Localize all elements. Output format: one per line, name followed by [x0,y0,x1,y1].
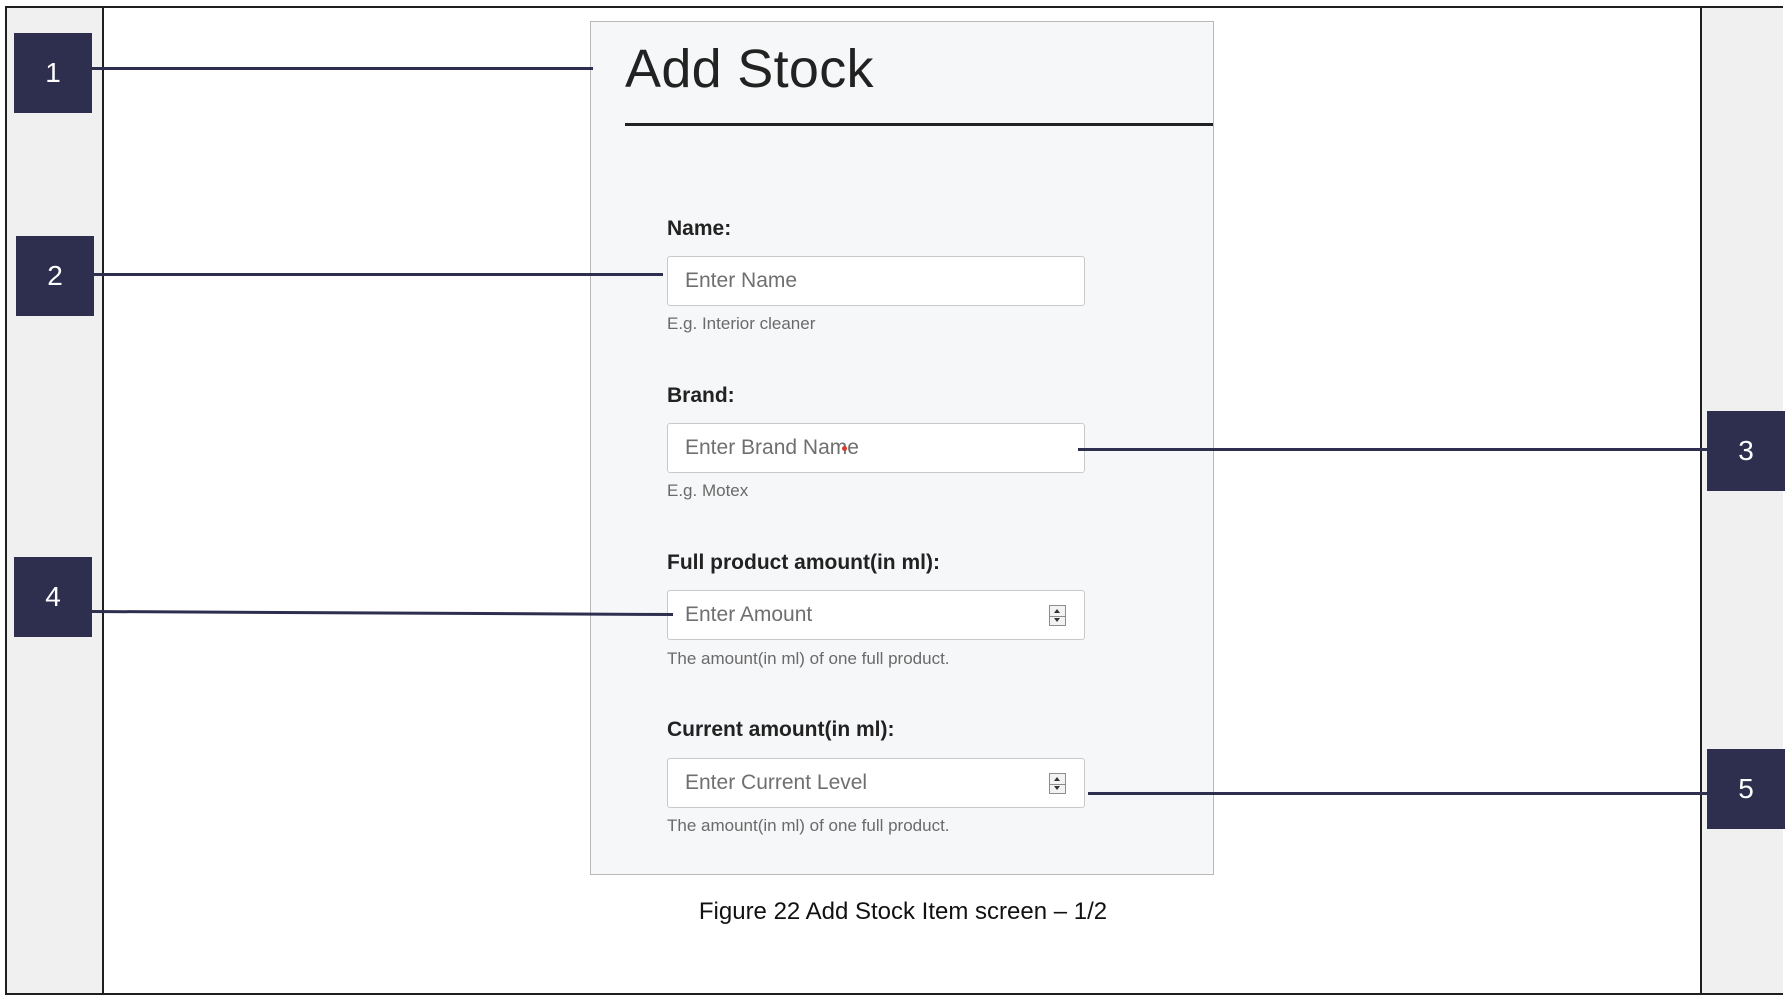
page-title: Add Stock [625,39,874,99]
brand-input[interactable]: Enter Brand Name [667,423,1085,473]
callout-4: 4 [14,557,92,637]
current-amount-label: Current amount(in ml): [667,718,895,741]
name-input-placeholder: Enter Name [685,269,798,292]
brand-help-text: E.g. Motex [667,481,749,500]
callout-2-line [93,273,663,276]
current-amount-input-placeholder: Enter Current Level [685,771,868,794]
full-amount-help-text: The amount(in ml) of one full product. [667,649,950,668]
full-amount-input-placeholder: Enter Amount [685,603,813,626]
callout-2: 2 [16,236,94,316]
current-amount-help-text: The amount(in ml) of one full product. [667,816,950,835]
right-margin [1700,8,1783,993]
figure-caption: Figure 22 Add Stock Item screen – 1/2 [698,898,1108,925]
brand-label: Brand: [667,384,735,407]
name-label: Name: [667,217,732,240]
callout-1: 1 [14,33,92,113]
callout-1-line [92,67,593,70]
current-amount-input[interactable]: Enter Current Level [667,758,1085,808]
callout-3: 3 [1707,411,1785,491]
full-amount-label: Full product amount(in ml): [667,551,940,574]
full-amount-input[interactable]: Enter Amount [667,590,1085,640]
name-help-text: E.g. Interior cleaner [667,314,816,333]
spin-down-icon[interactable] [1050,784,1065,794]
number-spinner-icon[interactable] [1049,605,1066,626]
name-input[interactable]: Enter Name [667,256,1085,306]
title-divider [625,123,1213,126]
brand-input-placeholder: Enter Brand Name [685,436,859,459]
callout-5-line [1088,792,1708,795]
spin-down-icon[interactable] [1050,616,1065,626]
left-margin [7,8,104,993]
cursor-dot-icon [842,446,847,451]
callout-3-line [1078,448,1708,451]
number-spinner-icon[interactable] [1049,773,1066,794]
callout-5: 5 [1707,749,1785,829]
